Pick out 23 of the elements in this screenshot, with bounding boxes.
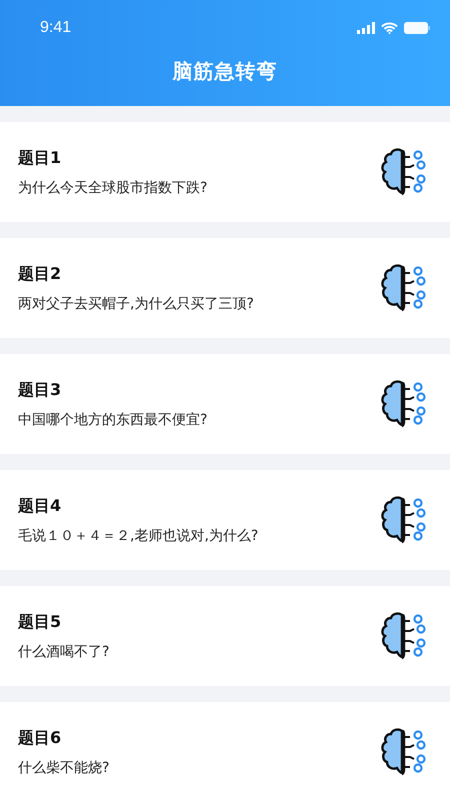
question-title: 题目6 bbox=[18, 728, 62, 748]
question-title: 题目5 bbox=[18, 612, 62, 632]
signal-icon bbox=[357, 22, 375, 34]
question-card[interactable]: 题目4 毛说１０＋４＝２,老师也说对,为什么? bbox=[0, 470, 450, 570]
question-card[interactable]: 题目3 中国哪个地方的东西最不便宜? bbox=[0, 354, 450, 454]
wifi-icon bbox=[381, 22, 398, 34]
question-card[interactable]: 题目5 什么酒喝不了? bbox=[0, 586, 450, 686]
question-text: 两对父子去买帽子,为什么只买了三顶? bbox=[18, 294, 254, 312]
question-title: 题目2 bbox=[18, 264, 62, 284]
question-text: 毛说１０＋４＝２,老师也说对,为什么? bbox=[18, 526, 258, 544]
question-title: 题目1 bbox=[18, 148, 62, 168]
question-card[interactable]: 题目6 什么柴不能烧? bbox=[0, 702, 450, 800]
question-title: 题目3 bbox=[18, 380, 62, 400]
question-text: 什么酒喝不了? bbox=[18, 642, 110, 660]
battery-icon bbox=[404, 22, 430, 34]
question-text: 什么柴不能烧? bbox=[18, 758, 110, 776]
app-title: 脑筋急转弯 bbox=[171, 58, 278, 85]
status-time: 9:41 bbox=[40, 19, 72, 37]
question-card[interactable]: 题目1 为什么今天全球股市指数下跌? bbox=[0, 122, 450, 222]
question-title: 题目4 bbox=[18, 496, 62, 516]
question-card[interactable]: 题目2 两对父子去买帽子,为什么只买了三顶? bbox=[0, 238, 450, 338]
question-text: 为什么今天全球股市指数下跌? bbox=[18, 178, 208, 196]
question-text: 中国哪个地方的东西最不便宜? bbox=[18, 410, 208, 428]
